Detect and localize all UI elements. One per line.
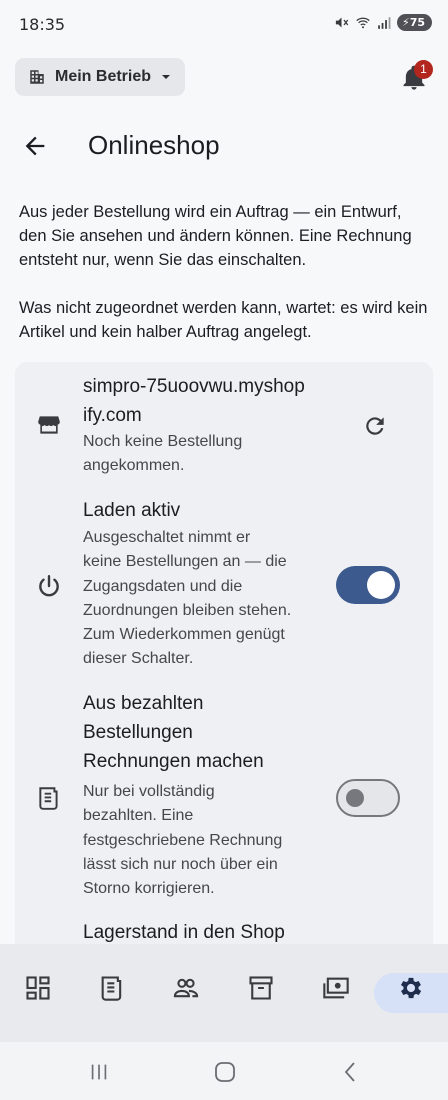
- description-line: Nur bei vollständig: [83, 783, 215, 800]
- description-line: Storno korrigieren.: [83, 880, 215, 898]
- paid-invoices-title: Aus bezahlten Bestellungen Rechnungen ma…: [83, 689, 264, 776]
- building-icon: [30, 70, 44, 84]
- people-icon: [173, 978, 199, 998]
- shop-active-toggle[interactable]: [336, 566, 400, 604]
- paid-invoices-description: Nur bei vollständig bezahlten. Eine fest…: [83, 780, 282, 901]
- recent-apps-button[interactable]: [88, 1061, 110, 1083]
- shop-domain-line: simpro-75uoovwu.myshop: [83, 376, 305, 397]
- receipt-icon: [36, 785, 62, 811]
- bottom-navigation: [0, 944, 448, 1042]
- status-icons: ⚡75: [334, 14, 432, 31]
- shop-settings-card: simpro-75uoovwu.myshop ify.com Noch kein…: [15, 362, 433, 962]
- archive-icon: [249, 976, 273, 1000]
- nav-settings[interactable]: [397, 974, 425, 1002]
- page-title: Onlineshop: [88, 130, 220, 160]
- shop-connection-row: simpro-75uoovwu.myshop ify.com Noch kein…: [15, 362, 433, 482]
- power-icon: [36, 573, 62, 599]
- nav-payments[interactable]: [322, 974, 350, 1002]
- shop-active-title: Laden aktiv: [83, 500, 181, 521]
- description-line: Zum Wiederkommen genügt: [83, 626, 285, 644]
- shop-active-row: Laden aktiv Ausgeschaltet nimmt er keine…: [15, 496, 433, 676]
- toggle-knob: [367, 571, 395, 599]
- description-line: Ausgeschaltet nimmt er: [83, 529, 251, 546]
- arrow-left-icon: [25, 136, 45, 156]
- storefront-icon: [36, 412, 62, 438]
- business-select-label: Mein Betrieb: [55, 68, 152, 85]
- back-button[interactable]: [21, 132, 49, 160]
- wifi-icon: [356, 17, 370, 29]
- system-back-button[interactable]: [339, 1060, 363, 1084]
- intro-paragraph: Aus jeder Bestellung wird ein Auftrag — …: [19, 203, 412, 269]
- title-line: Aus bezahlten: [83, 693, 204, 714]
- description-line: bezahlten. Eine: [83, 807, 194, 825]
- signal-icon: [378, 16, 391, 29]
- battery-level: 75: [409, 16, 425, 29]
- chevron-down-icon: [162, 75, 171, 79]
- intro-text: Aus jeder Bestellung wird ein Auftrag — …: [19, 200, 431, 344]
- shop-status-line: angekommen.: [83, 457, 185, 475]
- paid-invoices-row: Aus bezahlten Bestellungen Rechnungen ma…: [15, 689, 433, 909]
- intro-paragraph: Was nicht zugeordnet werden kann, wartet…: [19, 299, 428, 341]
- shop-domain-line: ify.com: [83, 405, 142, 426]
- notification-badge: 1: [414, 60, 433, 79]
- nav-customers[interactable]: [172, 974, 200, 1002]
- home-button[interactable]: [213, 1060, 237, 1084]
- title-line: Bestellungen: [83, 722, 193, 743]
- status-time: 18:35: [19, 15, 66, 34]
- refresh-button[interactable]: [362, 413, 388, 439]
- shop-status: Noch keine Bestellung angekommen.: [83, 430, 242, 479]
- nav-dashboard[interactable]: [24, 974, 52, 1002]
- recent-apps-icon: [91, 1064, 107, 1080]
- chevron-left-icon: [344, 1062, 355, 1082]
- paid-invoices-toggle[interactable]: [336, 779, 400, 817]
- refresh-icon: [366, 417, 384, 435]
- shop-domain: simpro-75uoovwu.myshop ify.com: [83, 372, 305, 430]
- stock-sync-title: Lagerstand in den Shop: [83, 922, 285, 943]
- receipt-icon: [101, 976, 122, 1001]
- description-line: lässt sich nur noch über ein: [83, 855, 278, 873]
- nav-invoices[interactable]: [98, 974, 126, 1002]
- description-line: Zugangsdaten und die: [83, 577, 243, 595]
- description-line: festgeschriebene Rechnung: [83, 831, 283, 849]
- status-bar: 18:35 ⚡75: [0, 0, 448, 50]
- description-line: Zuordnungen bleiben stehen.: [83, 601, 292, 619]
- settings-icon: [400, 977, 422, 999]
- shop-active-description: Ausgeschaltet nimmt er keine Bestellunge…: [83, 526, 291, 672]
- home-icon: [215, 1062, 235, 1082]
- title-line: Rechnungen machen: [83, 751, 264, 772]
- mute-icon: [335, 17, 349, 28]
- description-line: keine Bestellungen an — die: [83, 553, 287, 571]
- business-select[interactable]: Mein Betrieb: [15, 58, 185, 96]
- description-line: dieser Schalter.: [83, 650, 194, 668]
- top-bar: Mein Betrieb: [0, 58, 448, 98]
- shop-status-line: Noch keine Bestellung: [83, 433, 243, 450]
- dashboard-icon: [26, 976, 50, 1000]
- nav-archive[interactable]: [247, 974, 275, 1002]
- payments-icon: [323, 977, 349, 999]
- battery-indicator: ⚡75: [396, 14, 432, 31]
- system-navigation-bar: [0, 1042, 448, 1100]
- toggle-knob: [346, 789, 364, 807]
